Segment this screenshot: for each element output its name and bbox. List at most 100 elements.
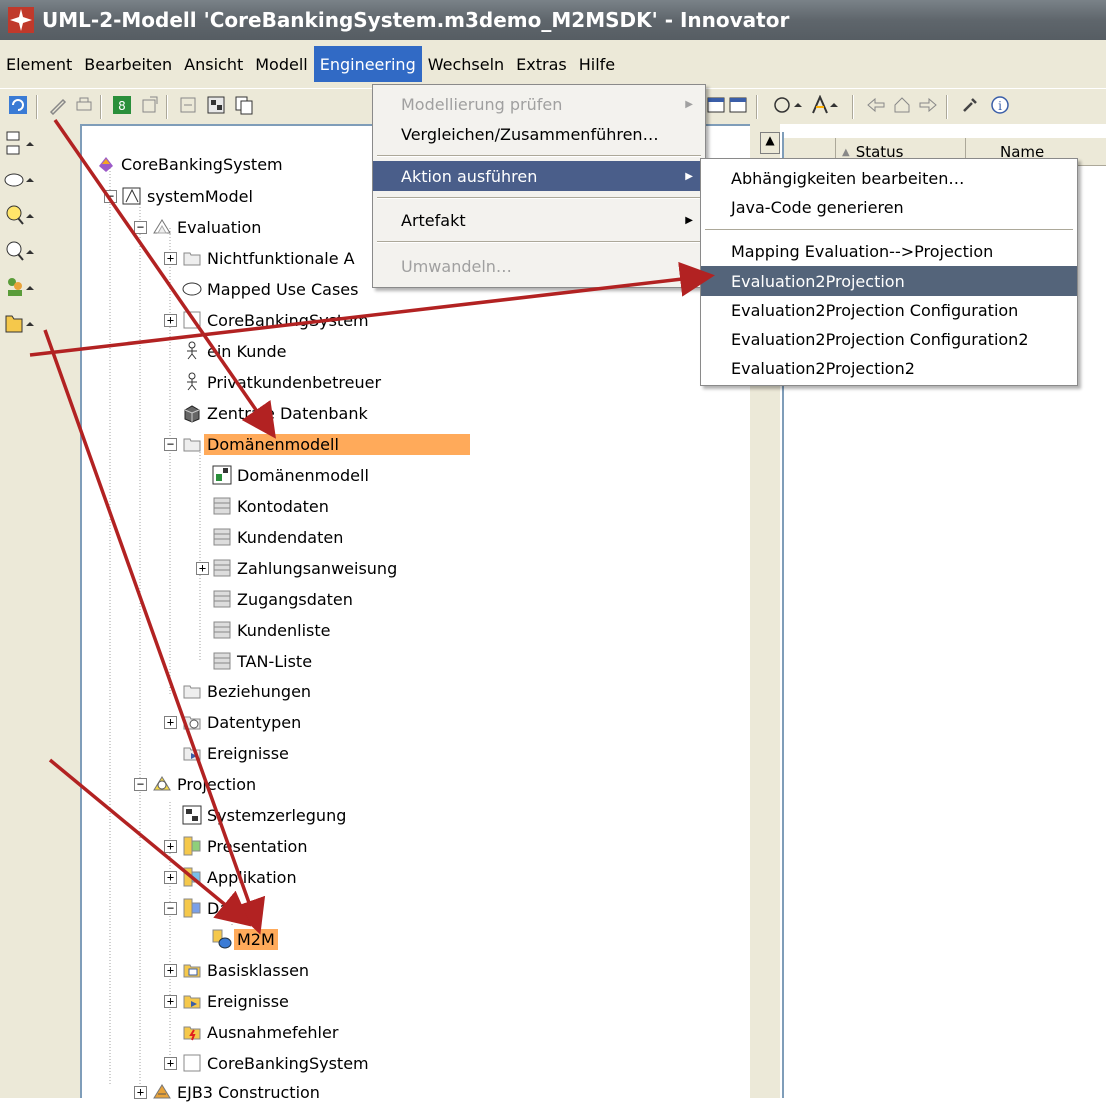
menu-bearbeiten[interactable]: Bearbeiten [78, 46, 178, 82]
tree-node-kundendaten[interactable]: Kundendaten [212, 523, 346, 551]
menu-ansicht[interactable]: Ansicht [178, 46, 249, 82]
usecase-tool-icon[interactable] [4, 166, 40, 194]
menu-modell[interactable]: Modell [249, 46, 313, 82]
tree-node-kundenliste[interactable]: Kundenliste [212, 616, 333, 644]
open-icon[interactable] [178, 95, 198, 115]
menu-item-mapping[interactable]: Mapping Evaluation-->Projection [701, 236, 1077, 266]
tree-node-presentation[interactable]: Presentation [182, 832, 310, 860]
menu-item-e2p2[interactable]: Evaluation2Projection2 [701, 353, 1077, 383]
expand-toggle[interactable]: + [164, 840, 177, 853]
export-icon[interactable] [140, 95, 160, 115]
m2m-transformation-icon [212, 929, 232, 949]
menu-item-evaluation2projection[interactable]: Evaluation2Projection [701, 266, 1077, 296]
expand-toggle[interactable]: + [164, 716, 177, 729]
info-icon[interactable]: i [990, 95, 1010, 115]
refresh-icon[interactable] [8, 95, 28, 115]
menu-extras[interactable]: Extras [510, 46, 573, 82]
home-icon[interactable] [892, 95, 912, 115]
tree-node-label: Beziehungen [207, 681, 312, 701]
tree-node-basisklassen[interactable]: Basisklassen [182, 956, 312, 984]
tree-node-domaenenmodell[interactable]: Domänenmodell [182, 430, 470, 458]
tree-node-nichtfunktionale[interactable]: Nichtfunktionale A [182, 244, 358, 272]
menu-hilfe[interactable]: Hilfe [573, 46, 621, 82]
actors-tool-icon[interactable] [4, 274, 40, 302]
lock-icon[interactable]: 8 [112, 95, 132, 115]
tree-node-privatkundenbetreuer[interactable]: Privatkundenbetreuer [182, 368, 384, 396]
collapse-toggle[interactable]: − [164, 438, 177, 451]
text-tool-icon[interactable] [810, 95, 844, 115]
tree-node-kontodaten[interactable]: Kontodaten [212, 492, 332, 520]
tree-node-applikation[interactable]: Applikation [182, 863, 300, 891]
menu-item-abhaengigkeiten[interactable]: Abhängigkeiten bearbeiten… [701, 163, 1077, 193]
copy-icon[interactable] [234, 95, 254, 115]
tree-node-evaluation[interactable]: Evaluation [152, 213, 264, 241]
package-icon [183, 438, 201, 452]
tools-icon[interactable] [960, 95, 980, 115]
menu-item-umwandeln[interactable]: Umwandeln… [373, 251, 705, 281]
menu-item-e2p-configuration2[interactable]: Evaluation2Projection Configuration2 [701, 324, 1077, 354]
menu-wechseln[interactable]: Wechseln [422, 46, 510, 82]
tree-node-label: Daten [207, 898, 256, 918]
tree-node-zugangsdaten[interactable]: Zugangsdaten [212, 585, 356, 613]
edit-icon[interactable] [48, 95, 68, 115]
tree-node-datentypen[interactable]: Datentypen [182, 708, 304, 736]
collapse-toggle[interactable]: − [164, 902, 177, 915]
menu-item-modellierung-pruefen[interactable]: Modellierung prüfen ▶ [373, 89, 705, 119]
window-icon[interactable] [706, 95, 726, 115]
tree-node-ein-kunde[interactable]: ein Kunde [182, 337, 290, 365]
tree-node-ausnahmefehler[interactable]: Ausnahmefehler [182, 1018, 341, 1046]
menu-engineering[interactable]: Engineering [313, 46, 422, 82]
events-package-icon [183, 995, 201, 1009]
expand-toggle[interactable]: + [164, 252, 177, 265]
expand-toggle[interactable]: + [164, 964, 177, 977]
expand-toggle[interactable]: + [164, 1057, 177, 1070]
search-tool-icon[interactable] [4, 202, 40, 230]
expand-toggle[interactable]: + [164, 314, 177, 327]
tree-node-zahlungsanweisung[interactable]: Zahlungsanweisung [212, 554, 400, 582]
tree-node-root[interactable]: CoreBankingSystem [96, 150, 286, 178]
tree-node-label: Zentrale Datenbank [207, 403, 368, 423]
scroll-up-button[interactable]: ▲ [760, 132, 780, 154]
forward-icon[interactable] [918, 95, 938, 115]
expand-toggle[interactable]: + [196, 562, 209, 575]
zoom-tool-icon[interactable] [4, 238, 40, 266]
tree-node-ejb3[interactable]: EJB3 Construction [152, 1078, 323, 1106]
tree-node-daten[interactable]: Daten [182, 894, 258, 922]
tree-node-systemmodel[interactable]: systemModel [122, 182, 256, 210]
tree-node-m2m[interactable]: M2M [212, 925, 278, 953]
engineering-menu: Modellierung prüfen ▶ Vergleichen/Zusamm… [372, 84, 706, 288]
collapse-toggle[interactable]: − [134, 221, 147, 234]
menu-item-aktion-ausfuehren[interactable]: Aktion ausführen ▶ [373, 161, 705, 191]
tree-node-mapped-use-cases[interactable]: Mapped Use Cases [182, 275, 361, 303]
tree-node-beziehungen[interactable]: Beziehungen [182, 677, 314, 705]
window-icon[interactable] [728, 95, 748, 115]
expand-toggle[interactable]: + [164, 995, 177, 1008]
tree-node-systemzerlegung[interactable]: Systemzerlegung [182, 801, 349, 829]
menu-item-vergleichen[interactable]: Vergleichen/Zusammenführen… [373, 119, 705, 149]
collapse-toggle[interactable]: − [104, 190, 117, 203]
tree-node-label: Ereignisse [207, 743, 289, 763]
menu-item-java-code[interactable]: Java-Code generieren [701, 192, 1077, 222]
hierarchy-tool-icon[interactable] [4, 130, 40, 158]
tree-node-corebanking-2[interactable]: CoreBankingSystem [182, 1049, 372, 1077]
expand-toggle[interactable]: + [134, 1086, 147, 1099]
menu-element[interactable]: Element [0, 46, 78, 82]
tree-node-zentrale-datenbank[interactable]: Zentrale Datenbank [182, 399, 371, 427]
print-icon[interactable] [74, 95, 94, 115]
tree-node-ereignisse-1[interactable]: Ereignisse [182, 739, 292, 767]
menu-item-e2p-configuration[interactable]: Evaluation2Projection Configuration [701, 295, 1077, 325]
back-icon[interactable] [866, 95, 886, 115]
expand-toggle[interactable]: + [164, 871, 177, 884]
folder-tool-icon[interactable] [4, 310, 40, 338]
model-icon[interactable] [206, 95, 226, 115]
collapse-toggle[interactable]: − [134, 778, 147, 791]
tree-node-domaenenmodell-diagram[interactable]: Domänenmodell [212, 461, 372, 489]
menu-item-artefakt[interactable]: Artefakt ▶ [373, 205, 705, 235]
tree-node-tan-liste[interactable]: TAN-Liste [212, 647, 315, 675]
tree-node-ereignisse-2[interactable]: Ereignisse [182, 987, 292, 1015]
use-case-icon [182, 282, 202, 296]
tree-node-projection[interactable]: Projection [152, 770, 259, 798]
tree-node-label: Ausnahmefehler [207, 1022, 339, 1042]
tree-node-corebanking-1[interactable]: CoreBankingSystem [182, 306, 372, 334]
diagram-tool-icon[interactable] [772, 95, 806, 115]
